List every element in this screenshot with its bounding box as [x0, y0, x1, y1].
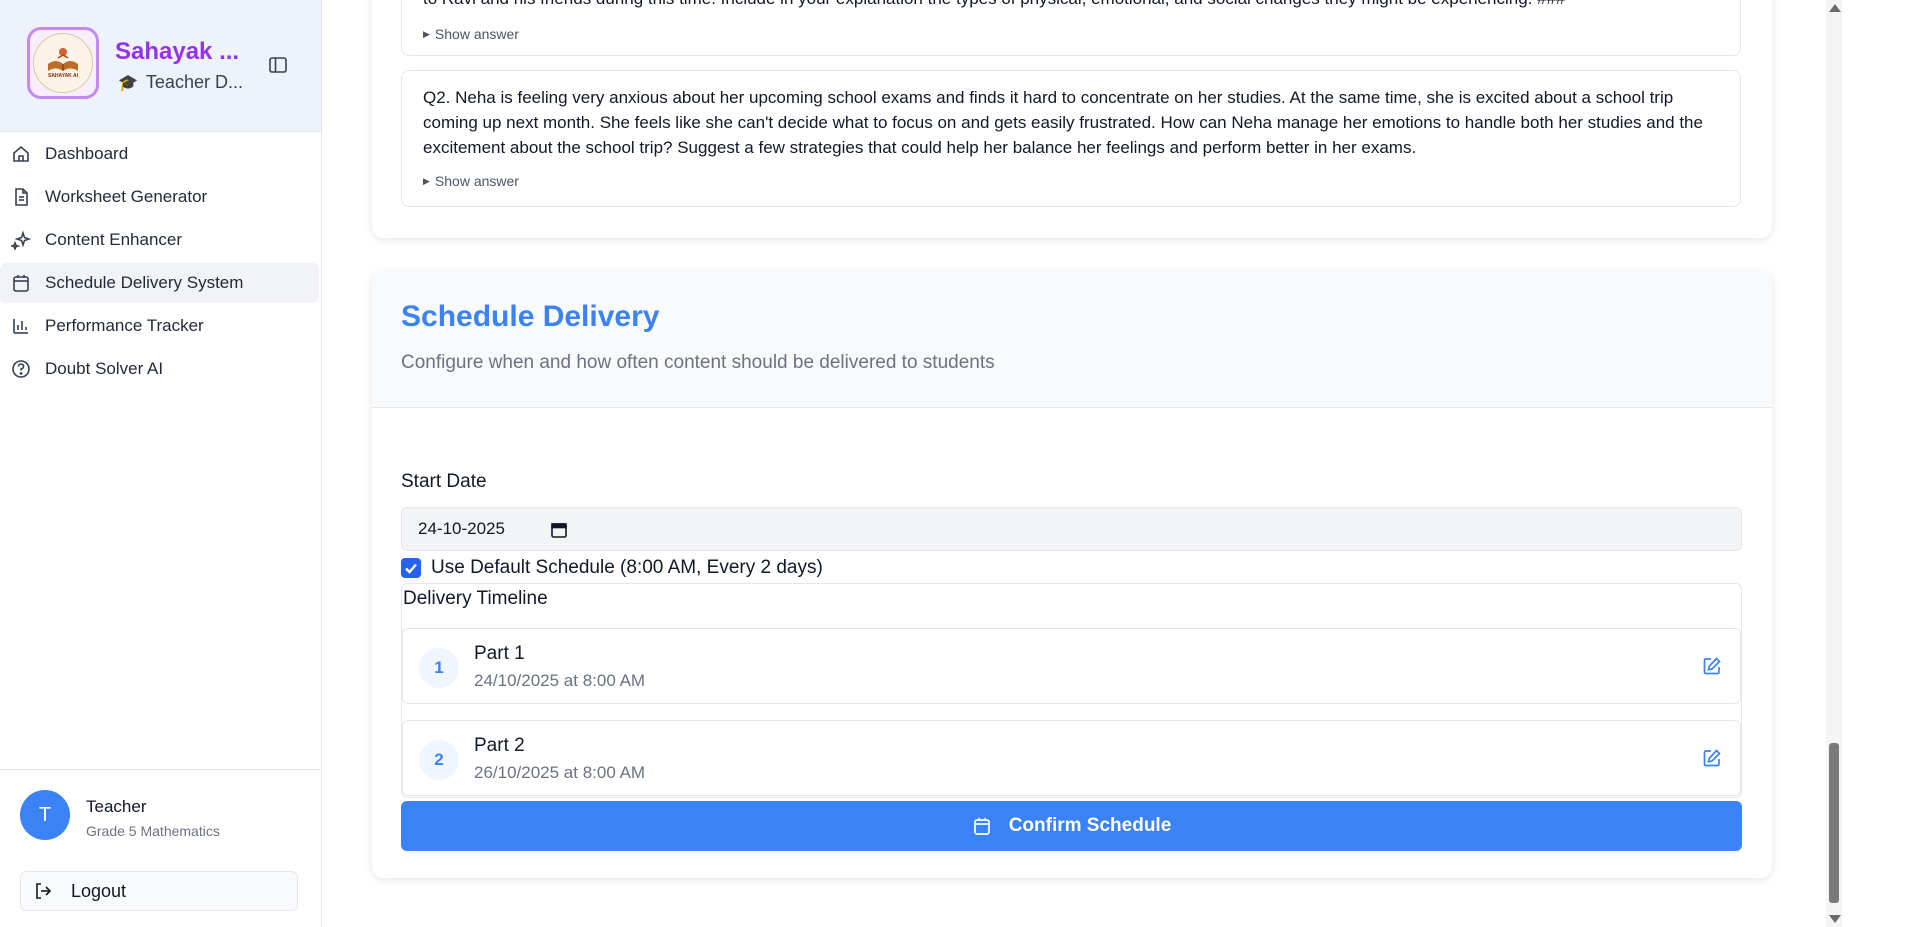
sidebar-header: SAHAYAK AI Sahayak ... 🎓 Teacher D... — [0, 0, 321, 132]
schedule-header: Schedule Delivery Configure when and how… — [372, 270, 1772, 408]
triangle-right-icon: ▶ — [423, 29, 430, 39]
question-item: Q2. Neha is feeling very anxious about h… — [401, 70, 1741, 207]
sidebar-item-label: Schedule Delivery System — [45, 273, 244, 292]
confirm-schedule-label: Confirm Schedule — [1008, 815, 1172, 836]
check-icon — [405, 563, 417, 574]
sidebar-toggle-icon[interactable] — [268, 55, 288, 75]
sidebar-item-content-enhancer[interactable]: Content Enhancer — [0, 220, 320, 260]
default-schedule-checkbox[interactable] — [401, 558, 421, 578]
part-name: Part 2 — [474, 735, 525, 756]
sidebar-item-doubt-solver-ai[interactable]: Doubt Solver AI — [0, 349, 320, 389]
show-answer-label: Show answer — [434, 173, 519, 189]
delivery-timeline: Delivery Timeline 1 Part 1 24/10/2025 at… — [401, 583, 1742, 798]
logo-book-icon: SAHAYAK AI — [33, 33, 93, 93]
triangle-right-icon: ▶ — [423, 176, 430, 186]
sidebar-footer: T Teacher Grade 5 Mathematics Logout — [0, 769, 320, 927]
start-date-value: 24-10-2025 — [418, 519, 505, 538]
app-logo[interactable]: SAHAYAK AI — [27, 27, 99, 99]
sidebar-item-label: Performance Tracker — [45, 316, 204, 335]
sidebar-item-label: Worksheet Generator — [45, 187, 208, 206]
avatar[interactable]: T — [20, 790, 70, 840]
home-icon — [11, 144, 31, 164]
sidebar-item-label: Dashboard — [45, 144, 129, 163]
brand-subtitle: 🎓 Teacher D... — [118, 72, 243, 93]
user-subtitle: Grade 5 Mathematics — [86, 823, 220, 839]
edit-icon[interactable] — [1702, 748, 1722, 768]
part-number-badge: 2 — [419, 740, 459, 780]
question-item: to Ravi and his friends during this time… — [401, 0, 1741, 56]
logout-label: Logout — [71, 880, 127, 901]
sidebar-item-label: Content Enhancer — [45, 230, 183, 249]
logout-button[interactable]: Logout — [20, 871, 298, 911]
default-schedule-label: Use Default Schedule (8:00 AM, Every 2 d… — [431, 557, 823, 578]
part-name: Part 1 — [474, 643, 525, 664]
show-answer-toggle[interactable]: ▶ Show answer — [423, 22, 519, 49]
part-datetime: 24/10/2025 at 8:00 AM — [474, 671, 646, 690]
question-text: Q2. Neha is feeling very anxious about h… — [423, 88, 1703, 157]
bar-chart-icon — [11, 316, 31, 336]
schedule-delivery-card: Schedule Delivery Configure when and how… — [372, 270, 1772, 878]
file-text-icon — [11, 187, 31, 207]
confirm-schedule-button[interactable]: Confirm Schedule — [401, 801, 1742, 851]
sparkles-icon — [9, 230, 32, 252]
user-name: Teacher — [86, 797, 147, 816]
scroll-up-arrow-icon[interactable] — [1829, 4, 1841, 12]
help-circle-icon — [11, 359, 31, 379]
scrollbar-thumb[interactable] — [1829, 743, 1839, 903]
graduation-cap-icon: 🎓 — [118, 75, 138, 92]
question-text: to Ravi and his friends during this time… — [423, 0, 1723, 11]
part-number-badge: 1 — [419, 648, 459, 688]
sidebar-nav: Dashboard Worksheet Generator Content En… — [0, 131, 320, 392]
timeline-part: 2 Part 2 26/10/2025 at 8:00 AM — [402, 720, 1741, 796]
show-answer-toggle[interactable]: ▶ Show answer — [423, 169, 519, 196]
sidebar: SAHAYAK AI Sahayak ... 🎓 Teacher D... Das… — [0, 0, 322, 927]
brand-subtitle-text: Teacher D... — [145, 72, 243, 92]
delivery-timeline-title: Delivery Timeline — [403, 588, 548, 609]
start-date-label: Start Date — [401, 471, 487, 492]
sidebar-item-performance-tracker[interactable]: Performance Tracker — [0, 306, 320, 346]
sidebar-item-label: Doubt Solver AI — [45, 359, 164, 378]
date-picker-icon[interactable] — [550, 521, 568, 539]
schedule-description: Configure when and how often content sho… — [401, 352, 995, 373]
calendar-icon — [972, 816, 992, 836]
part-datetime: 26/10/2025 at 8:00 AM — [474, 763, 646, 782]
timeline-part: 1 Part 1 24/10/2025 at 8:00 AM — [402, 628, 1741, 704]
sidebar-item-worksheet-generator[interactable]: Worksheet Generator — [0, 177, 320, 217]
scroll-down-arrow-icon[interactable] — [1829, 915, 1841, 923]
questions-card: to Ravi and his friends during this time… — [372, 0, 1772, 238]
start-date-input[interactable]: 24-10-2025 — [401, 507, 1742, 551]
sidebar-item-dashboard[interactable]: Dashboard — [0, 134, 320, 174]
logo-text: SAHAYAK AI — [47, 73, 78, 79]
brand-name: Sahayak ... — [115, 38, 240, 65]
sidebar-item-schedule-delivery-system[interactable]: Schedule Delivery System — [0, 263, 319, 303]
page-scrollbar[interactable] — [1826, 0, 1842, 927]
log-out-icon — [33, 881, 53, 901]
default-schedule-option[interactable]: Use Default Schedule (8:00 AM, Every 2 d… — [401, 556, 823, 580]
calendar-icon — [11, 273, 31, 293]
schedule-title: Schedule Delivery — [401, 300, 660, 333]
edit-icon[interactable] — [1702, 656, 1722, 676]
show-answer-label: Show answer — [434, 26, 519, 42]
